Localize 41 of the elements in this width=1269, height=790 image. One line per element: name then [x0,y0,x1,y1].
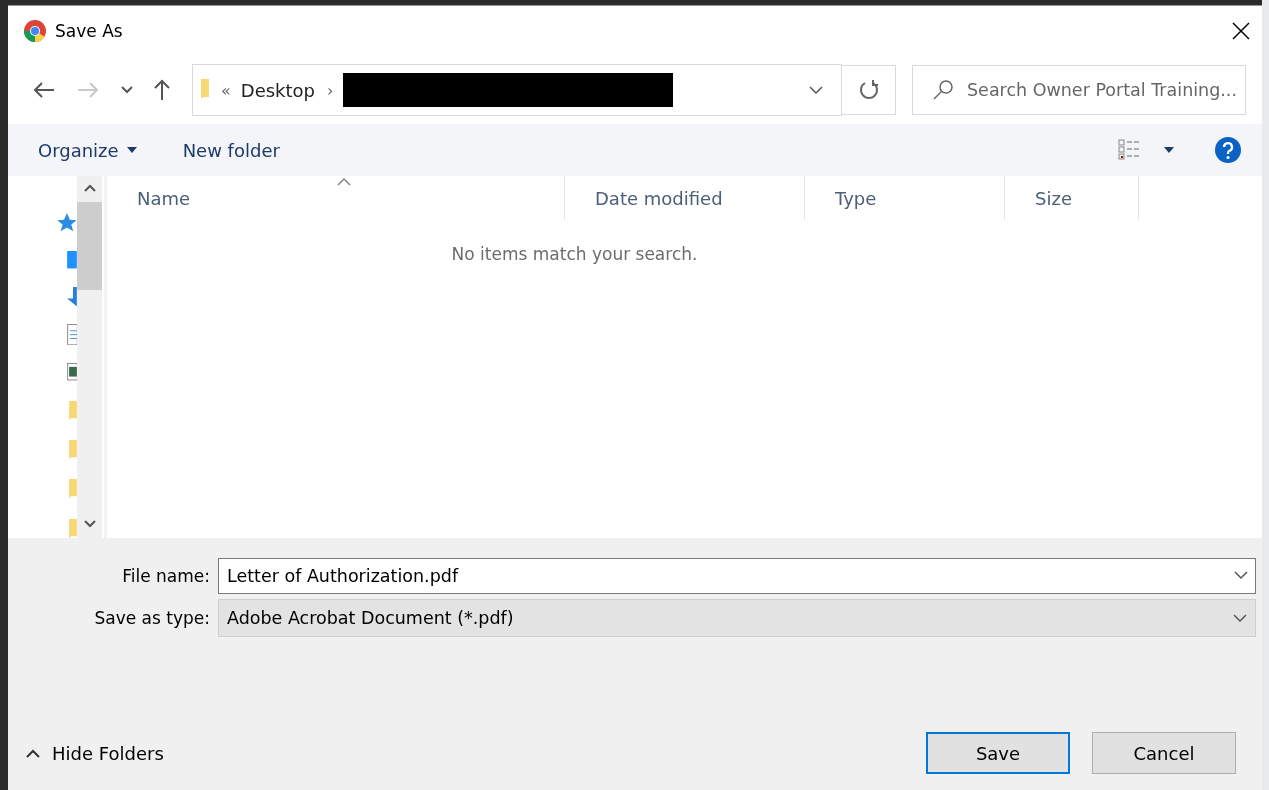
address-bar[interactable]: « Desktop › [192,64,842,116]
refresh-button[interactable] [842,65,896,115]
close-button[interactable] [1232,22,1250,40]
scrollbar-thumb[interactable] [77,202,102,290]
search-icon [932,79,954,101]
chevron-up-icon [26,748,40,758]
scroll-down-icon [83,520,96,528]
file-name-field[interactable]: Letter of Authorization.pdf [218,558,1256,594]
cancel-button[interactable]: Cancel [1092,732,1236,774]
chevron-down-icon [1233,613,1247,623]
help-button[interactable] [1214,136,1242,164]
view-options-button[interactable] [1118,139,1174,161]
browser-logo-icon [23,19,47,43]
file-type-dropdown[interactable]: Adobe Acrobat Document (*.pdf) [218,599,1256,637]
chevron-down-icon [809,85,823,95]
refresh-icon [857,79,880,101]
column-header[interactable]: Type [805,176,1005,220]
overflow-chevrons[interactable]: « [221,80,231,100]
window-title: Save As [55,21,124,41]
chevron-down-icon [1234,571,1248,580]
save-button[interactable]: Save [926,732,1070,774]
organize-menu-button[interactable]: Organize [38,139,137,161]
history-dropdown-button[interactable] [1234,571,1248,580]
caret-icon [126,147,137,153]
field-label: File name: [121,566,211,586]
field-label: Save as type: [93,608,211,628]
breadcrumb-desktop[interactable]: Desktop [240,79,316,101]
hide-folders-button[interactable]: Hide Folders [26,742,904,764]
navigation-scrollbar[interactable] [77,176,102,538]
column-header[interactable]: Date modified [565,176,805,220]
document-icon[interactable] [67,324,77,346]
image-icon[interactable] [67,363,77,381]
column-header[interactable]: Name [107,176,565,220]
search-field[interactable]: Search Owner Portal Training... [912,65,1246,115]
address-dropdown-button[interactable] [809,85,823,95]
new-folder-button[interactable]: New folder [182,139,280,161]
caret-icon [1164,147,1174,153]
scroll-up-icon [83,184,96,192]
column-header[interactable]: Size [1005,176,1139,220]
breadcrumb-separator[interactable]: › [327,80,334,100]
empty-message: No items match your search. [450,244,699,264]
